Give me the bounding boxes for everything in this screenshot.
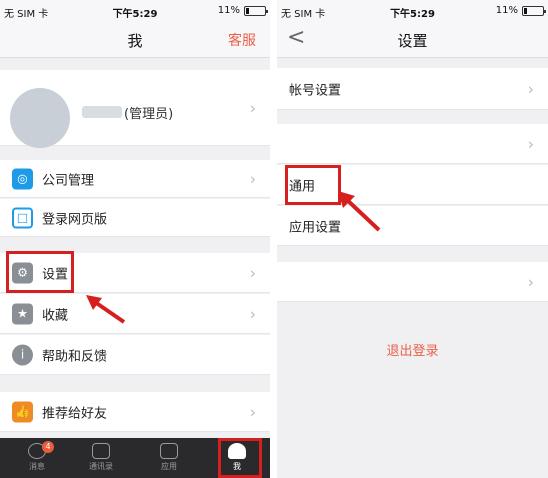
chevron-right-icon: ›	[527, 79, 534, 98]
settings-item-app-settings[interactable]: 应用设置	[277, 206, 548, 246]
battery-icon	[522, 6, 546, 16]
page-title: 设置	[397, 32, 428, 50]
menu-item-web-login[interactable]: □ 登录网页版	[0, 199, 270, 237]
tab-messages[interactable]: 消息 4	[10, 438, 64, 478]
menu-item-recommend[interactable]: 👍 推荐给好友 ›	[0, 392, 270, 432]
tab-label: 通讯录	[89, 462, 113, 471]
status-bar: 无 SIM 卡 下午5:29 11%	[0, 0, 270, 22]
star-icon: ★	[12, 303, 33, 324]
settings-highlight-box	[6, 251, 74, 293]
menu-item-favorites[interactable]: ★ 收藏 ›	[0, 294, 270, 334]
role-label: (管理员)	[124, 107, 174, 122]
general-highlight-box	[285, 165, 341, 205]
settings-item-blank[interactable]: ›	[277, 124, 548, 164]
arrow-icon	[338, 191, 381, 232]
chevron-right-icon: ›	[249, 98, 256, 117]
me-screen: 无 SIM 卡 下午5:29 11% 我 客服 (管理员) › ◎ 公司管理 ›…	[0, 0, 270, 478]
unread-badge: 4	[42, 441, 54, 453]
menu-item-label: 帮助和反馈	[42, 349, 108, 364]
chevron-right-icon: ›	[249, 402, 256, 421]
settings-screen: 无 SIM 卡 下午5:29 11% < 设置 帐号设置 › › 通用 应用设置…	[277, 0, 548, 478]
avatar	[10, 88, 70, 148]
nav-bar: 我 客服	[0, 22, 270, 58]
profile-row[interactable]: (管理员) ›	[0, 70, 270, 148]
customer-service-button[interactable]: 客服	[228, 30, 256, 50]
battery-percent: 11%	[495, 5, 518, 16]
tab-contacts[interactable]: 通讯录	[74, 438, 128, 478]
menu-item-label: 推荐给好友	[42, 406, 108, 421]
phone-icon	[92, 443, 110, 459]
menu-item-label: 公司管理	[42, 173, 95, 188]
settings-item-account[interactable]: 帐号设置 ›	[277, 68, 548, 110]
tab-apps[interactable]: 应用	[142, 438, 196, 478]
thumbs-up-icon: 👍	[12, 401, 33, 422]
logout-button[interactable]: 退出登录	[277, 340, 548, 359]
chevron-right-icon: ›	[527, 134, 534, 153]
company-icon: ◎	[12, 168, 33, 189]
tab-label: 应用	[161, 462, 177, 471]
info-icon: i	[12, 344, 33, 365]
scan-icon: □	[12, 207, 33, 228]
nav-bar: < 设置	[277, 22, 548, 58]
arrow-icon	[86, 295, 126, 324]
menu-item-company[interactable]: ◎ 公司管理 ›	[0, 160, 270, 198]
menu-item-label: 登录网页版	[42, 212, 108, 227]
chevron-right-icon: ›	[249, 169, 256, 188]
chevron-right-icon: ›	[249, 263, 256, 282]
blurred-username	[82, 106, 122, 118]
battery-icon	[244, 6, 268, 16]
settings-item-label: 应用设置	[289, 220, 342, 235]
grid-icon	[160, 443, 178, 459]
battery-percent: 11%	[217, 5, 240, 16]
tab-label: 消息	[29, 462, 45, 471]
settings-item-label: 帐号设置	[289, 83, 342, 98]
menu-item-label: 收藏	[42, 308, 69, 323]
me-tab-highlight-box	[218, 438, 262, 478]
chevron-right-icon: ›	[249, 304, 256, 323]
status-bar: 无 SIM 卡 下午5:29 11%	[277, 0, 548, 22]
chevron-right-icon: ›	[527, 272, 534, 291]
menu-item-help[interactable]: i 帮助和反馈	[0, 335, 270, 375]
settings-item-more[interactable]: ›	[277, 262, 548, 302]
